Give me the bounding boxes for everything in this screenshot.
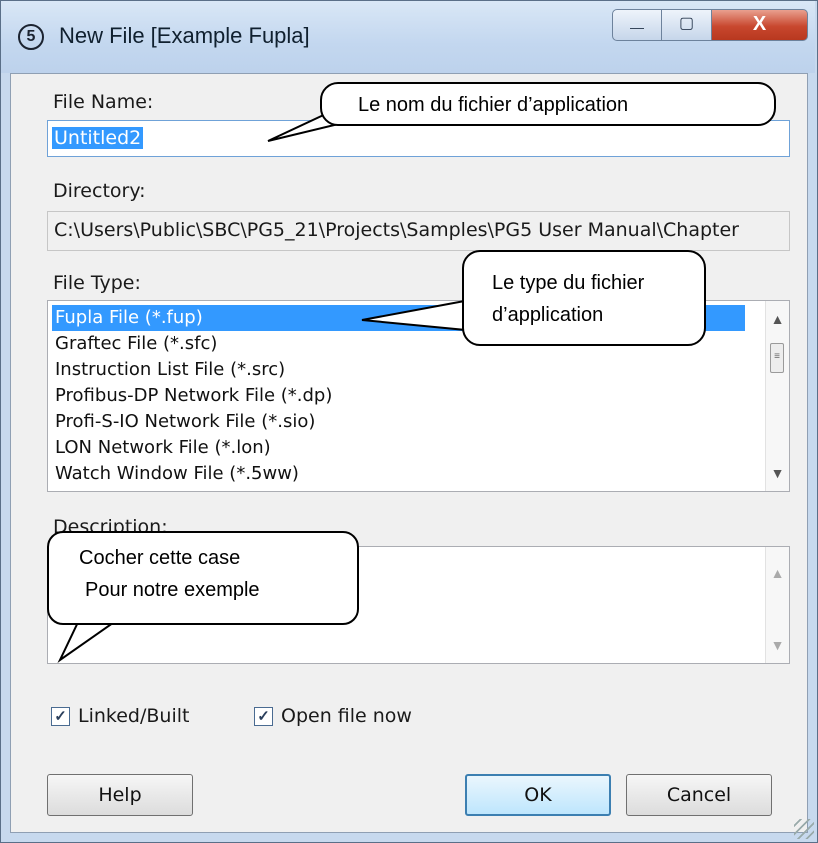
callout-file-type-line1: Le type du fichier [492, 272, 645, 294]
callout-file-name: Le nom du fichier d’application [320, 82, 776, 126]
callout-file-name-text: Le nom du fichier d’application [358, 94, 629, 116]
callout-file-type-line2: d’application [492, 304, 604, 326]
callout-checkbox-line2: Pour notre exemple [85, 579, 260, 601]
callout-pointer [361, 298, 472, 332]
callout-pointers [57, 110, 472, 663]
callout-checkbox-line1: Cocher cette case [79, 547, 241, 569]
callout-checkbox: Cocher cette case Pour notre exemple [47, 531, 359, 625]
callout-file-type: Le type du fichier d’application [462, 250, 706, 346]
